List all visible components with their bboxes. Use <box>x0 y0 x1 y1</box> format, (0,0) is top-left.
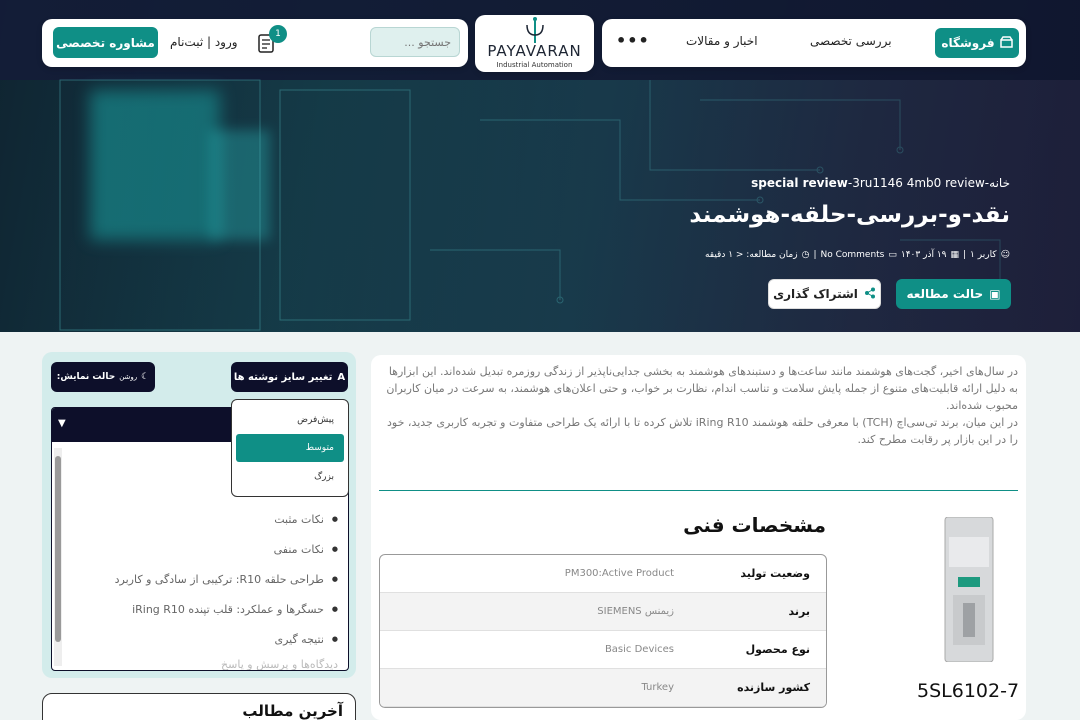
spec-heading: مشخصات فنی <box>683 513 826 537</box>
display-mode-value: روشن <box>119 373 138 381</box>
font-size-label: تغییر سایز نوشته ها <box>233 371 333 383</box>
site-logo[interactable]: PAYAVARAN Industrial Automation <box>475 15 594 72</box>
font-size-option-default[interactable]: پیش‌فرض <box>236 406 344 434</box>
logo-tagline: Industrial Automation <box>496 61 573 69</box>
spec-row: وضعیت تولید PM300:Active Product <box>380 555 826 593</box>
toc-item[interactable]: طراحی حلقه R10: ترکیبی از سادگی و کاربرد <box>115 564 338 594</box>
nav-news-link[interactable]: اخبار و مقالات <box>686 34 758 48</box>
share-icon <box>864 287 876 302</box>
spec-row: برند زیمنس SIEMENS <box>380 593 826 631</box>
recent-posts-card: آخرین مطالب <box>42 693 356 720</box>
breadcrumb-category[interactable]: special review <box>751 176 848 190</box>
spec-table: وضعیت تولید PM300:Active Product برند زی… <box>379 554 827 708</box>
spec-value: زیمنس SIEMENS <box>597 606 674 617</box>
search-input[interactable] <box>370 27 460 57</box>
breadcrumb-home[interactable]: خانه <box>989 176 1010 190</box>
post-meta: ☺ کاربر ۱ | ▦ ۱۹ آذر ۱۴۰۳ ▭ No Comments … <box>705 250 1010 260</box>
separator: | <box>963 250 967 260</box>
book-icon: ▣ <box>989 287 1001 301</box>
read-time: زمان مطالعه: < ۱ دقیقه <box>704 250 798 260</box>
shop-label: فروشگاه <box>941 36 995 50</box>
intro-paragraph: در این میان، برند تی‌سی‌اچ (TCH) با معرف… <box>387 416 1018 446</box>
article-content: در سال‌های اخیر، گجت‌های هوشمند مانند سا… <box>371 355 1026 720</box>
logo-mark-icon <box>526 17 544 43</box>
share-button[interactable]: اشتراک گذاری <box>768 279 881 309</box>
toc-item-partial[interactable]: دیدگاه‌ها و پرسش و پاسخ <box>221 658 338 670</box>
toc-item[interactable]: نتیجه گیری <box>115 624 338 654</box>
product-image <box>944 517 994 662</box>
intro-paragraph: در سال‌های اخیر، گجت‌های هوشمند مانند سا… <box>386 365 1018 412</box>
spec-key: وضعیت تولید <box>740 567 810 580</box>
toc-scrollbar[interactable] <box>54 448 62 666</box>
toc-list: نکات مثبت نکات منفی طراحی حلقه R10: ترکی… <box>115 504 338 654</box>
user-toolbar: 1 ورود | ثبت‌نام مشاوره تخصصی <box>42 19 468 67</box>
font-size-option-medium[interactable]: متوسط <box>236 434 344 462</box>
article-intro: در سال‌های اخیر، گجت‌های هوشمند مانند سا… <box>378 363 1018 448</box>
login-register-link[interactable]: ورود | ثبت‌نام <box>170 35 238 49</box>
toc-item[interactable]: نکات منفی <box>115 534 338 564</box>
cart-count-badge: 1 <box>269 25 287 43</box>
main-nav: فروشگاه بررسی تخصصی اخبار و مقالات ••• <box>602 19 1026 67</box>
toc-item[interactable]: نکات مثبت <box>115 504 338 534</box>
author-icon: ☺ <box>1000 250 1010 260</box>
post-title: نقد-و-بررسی-حلقه-هوشمند <box>689 202 1010 228</box>
separator: | <box>813 250 817 260</box>
consult-button[interactable]: مشاوره تخصصی <box>53 27 158 58</box>
display-mode-label: حالت نمایش: <box>56 372 116 382</box>
logo-name: PAYAVARAN <box>487 42 582 60</box>
reading-mode-button[interactable]: ▣ حالت مطالعه <box>896 279 1011 309</box>
spec-key: کشور سازنده <box>737 681 810 694</box>
comment-icon: ▭ <box>888 250 897 260</box>
spec-key: برند <box>788 605 810 618</box>
spec-value: PM300:Active Product <box>564 568 674 579</box>
product-code: 5SL6102-7 <box>917 680 1020 702</box>
shop-icon <box>999 35 1013 51</box>
font-size-icon: A <box>337 371 346 383</box>
spec-row: کشور سازنده Turkey <box>380 669 826 707</box>
section-divider <box>379 490 1018 491</box>
post-comments[interactable]: No Comments <box>820 250 884 260</box>
spec-value: Turkey <box>641 682 674 693</box>
chevron-down-icon[interactable]: ▼ <box>58 418 66 429</box>
scroll-thumb[interactable] <box>55 456 61 642</box>
spec-row: نوع محصول Basic Devices <box>380 631 826 669</box>
spec-value: Basic Devices <box>604 644 674 655</box>
font-size-dropdown: پیش‌فرض متوسط بزرگ <box>231 399 349 497</box>
moon-icon: ☾ <box>141 372 150 382</box>
display-mode-button[interactable]: ☾ روشن حالت نمایش: <box>51 362 155 392</box>
post-date: ۱۹ آذر ۱۴۰۳ <box>900 250 947 260</box>
breadcrumb-tag[interactable]: 3ru1146 4mb0 review <box>852 176 985 190</box>
nav-review-link[interactable]: بررسی تخصصی <box>810 34 892 48</box>
font-size-button[interactable]: A تغییر سایز نوشته ها <box>231 362 348 392</box>
shop-button[interactable]: فروشگاه <box>935 28 1019 58</box>
font-size-option-large[interactable]: بزرگ <box>236 463 344 491</box>
post-author[interactable]: کاربر ۱ <box>970 250 997 260</box>
clock-icon: ◷ <box>801 250 810 260</box>
breadcrumb: خانه-special review-3ru1146 4mb0 review <box>751 176 1010 190</box>
spec-key: نوع محصول <box>745 643 810 656</box>
more-menu-icon[interactable]: ••• <box>616 31 650 50</box>
share-label: اشتراک گذاری <box>773 287 858 301</box>
recent-posts-title: آخرین مطالب <box>242 702 343 720</box>
toc-item[interactable]: حسگرها و عملکرد: قلب تپنده iRing R10 <box>115 594 338 624</box>
reading-mode-label: حالت مطالعه <box>906 287 984 301</box>
calendar-icon: ▦ <box>950 250 959 260</box>
